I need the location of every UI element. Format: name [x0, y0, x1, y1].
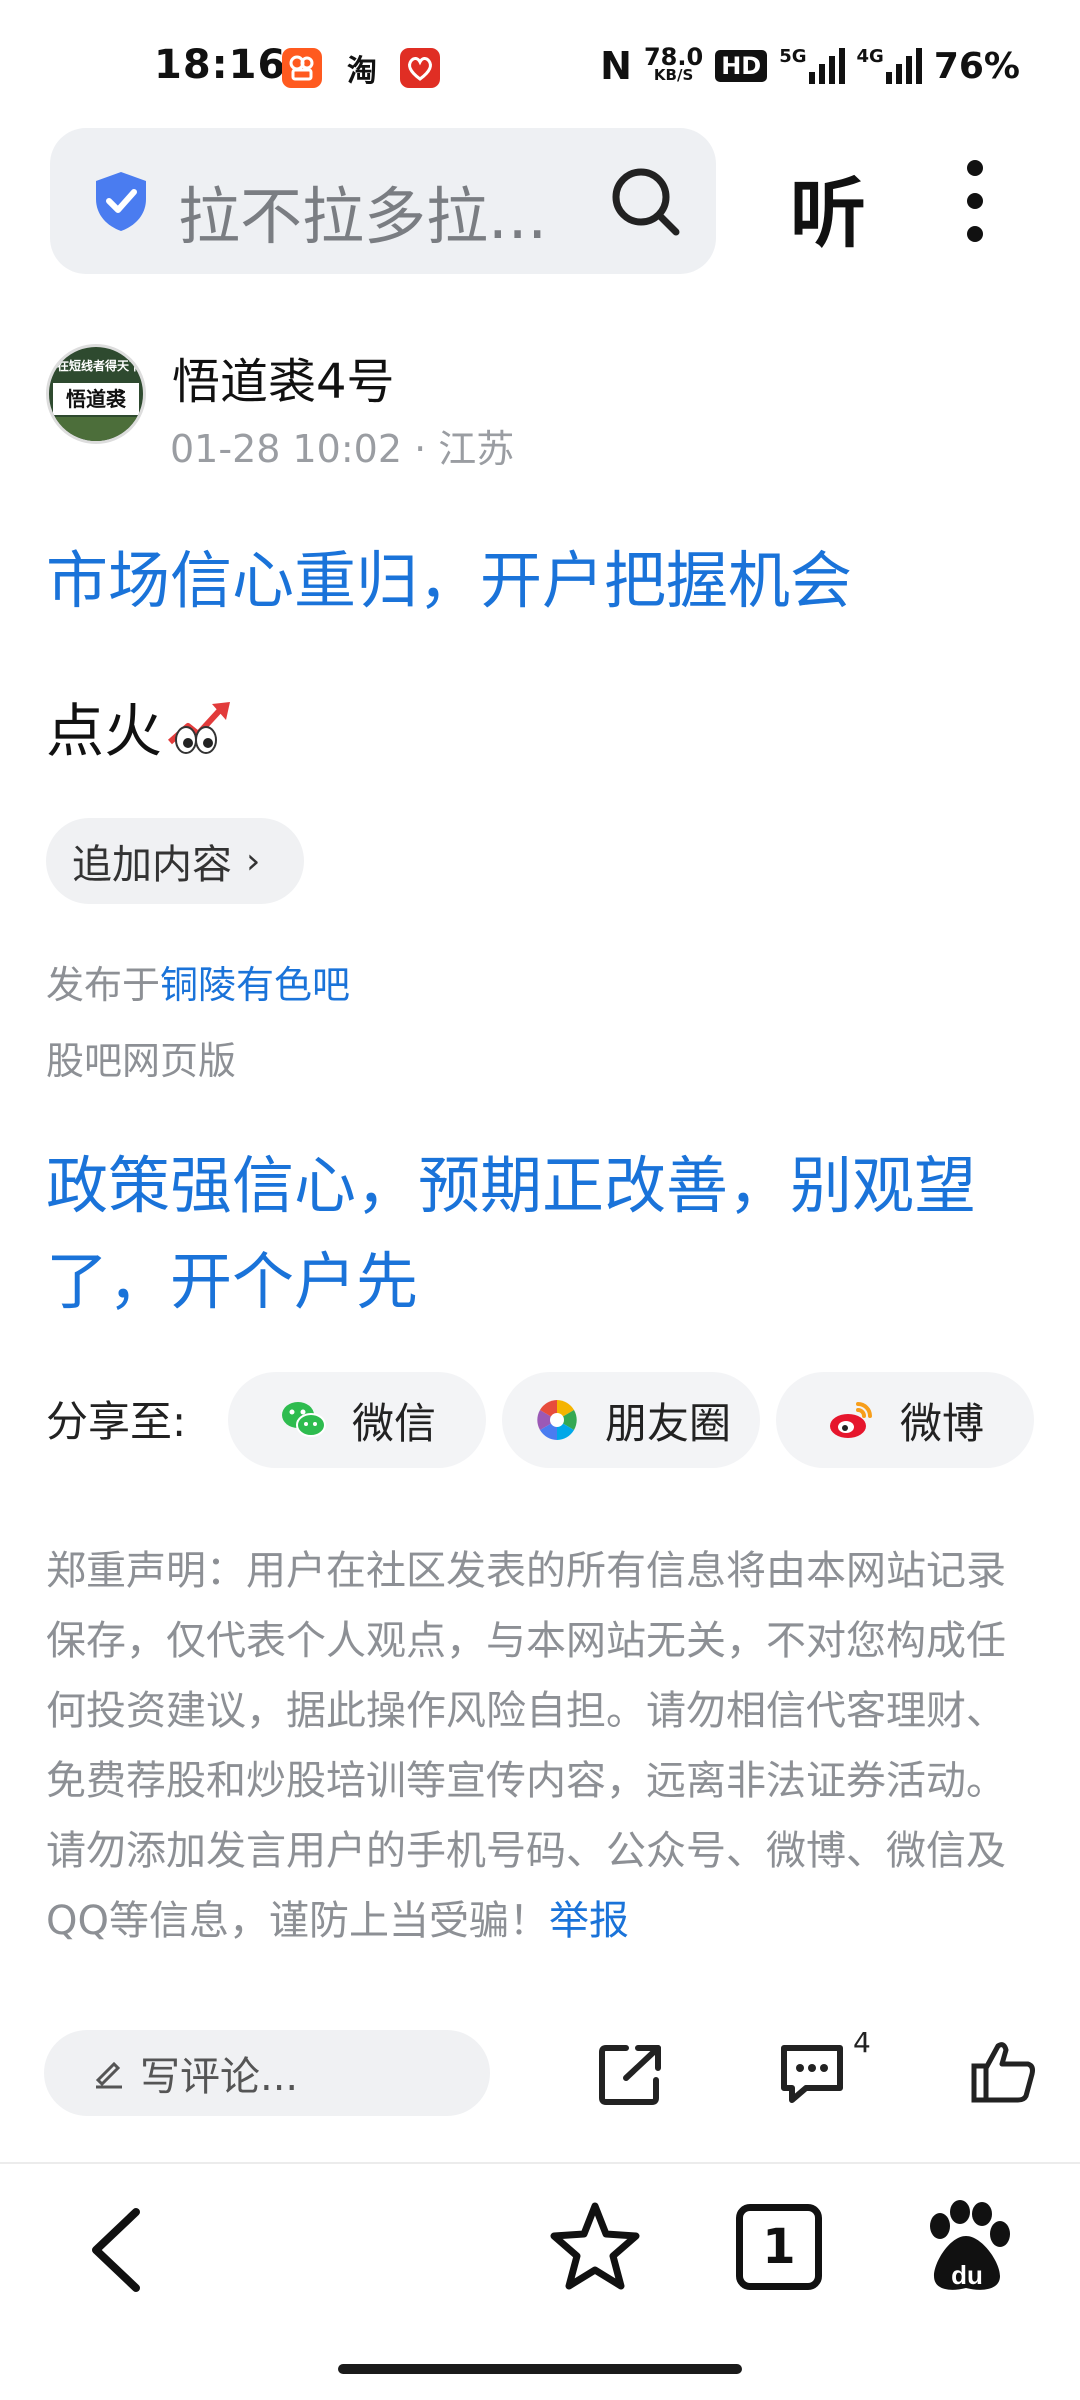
- share-icon[interactable]: [596, 2040, 666, 2110]
- shield-check-icon: [96, 172, 146, 231]
- back-arrow-icon[interactable]: [84, 2204, 146, 2296]
- comment-placeholder: 写评论...: [140, 2054, 299, 2100]
- home-indicator[interactable]: [338, 2364, 742, 2374]
- avatar-text-top: 在短线者得天下: [56, 359, 141, 373]
- published-prefix: 发布于: [46, 963, 161, 1007]
- baidu-paw-icon[interactable]: du: [920, 2200, 1012, 2296]
- speed-unit: KB/S: [653, 66, 694, 84]
- divider: [0, 2162, 1080, 2164]
- nfc-icon: N: [600, 44, 632, 88]
- wechat-icon: [281, 1402, 326, 1437]
- listen-button[interactable]: 听: [790, 152, 866, 262]
- favorite-star-icon[interactable]: [548, 2200, 642, 2294]
- author-name[interactable]: 悟道裘4号: [172, 342, 395, 412]
- pencil-icon: [95, 2061, 122, 2089]
- forum-link[interactable]: 铜陵有色吧: [160, 963, 350, 1007]
- more-options-icon[interactable]: [960, 158, 990, 244]
- tabs-button[interactable]: 1: [736, 2204, 822, 2290]
- status-bar: 18:16 淘 N 78.0 KB/S HD 5G 4G 76%: [0, 0, 1080, 120]
- post-body: 点火: [46, 684, 236, 768]
- post-body-text: 点火: [46, 697, 163, 765]
- network-speed: 78.0 KB/S: [643, 43, 704, 84]
- moments-icon: [537, 1400, 577, 1440]
- post-meta: 01-28 10:02 · 江苏: [170, 427, 515, 471]
- chart-up-icon: [168, 702, 231, 754]
- share-label: 分享至:: [46, 1397, 187, 1446]
- share-moments-label: 朋友圈: [604, 1398, 731, 1448]
- battery-level: 76%: [933, 45, 1020, 87]
- signal-5g-icon: 5G: [779, 46, 845, 84]
- author-avatar[interactable]: 在短线者得天下 悟道裘: [46, 344, 146, 444]
- status-time: 18:16: [154, 42, 287, 88]
- comment-icon[interactable]: [776, 2038, 848, 2110]
- signal-4g-icon: 4G: [857, 48, 922, 84]
- share-moments-button[interactable]: 朋友圈: [502, 1372, 760, 1468]
- append-content-button[interactable]: 追加内容 ›: [46, 818, 304, 904]
- report-link[interactable]: 举报: [549, 1898, 629, 1944]
- search-query[interactable]: 拉不拉多拉...: [178, 166, 547, 256]
- avatar-background: [49, 417, 143, 441]
- share-wechat-button[interactable]: 微信: [228, 1372, 486, 1468]
- comment-count: 4: [853, 2026, 871, 2059]
- share-wechat-label: 微信: [351, 1398, 436, 1448]
- pinduoduo-icon: [400, 48, 440, 88]
- append-content-label: 追加内容: [72, 842, 232, 888]
- weibo-icon: [829, 1402, 872, 1438]
- post-title: 市场信心重归，开户把握机会: [46, 544, 853, 617]
- avatar-text-main: 悟道裘: [53, 383, 139, 415]
- promo-title-link[interactable]: 政策强信心，预期正改善，别观望了，开个户先: [46, 1138, 1046, 1330]
- status-indicators: N 78.0 KB/S HD 5G 4G 76%: [600, 44, 1020, 88]
- taobao-icon: 淘: [342, 48, 382, 89]
- svg-text:du: du: [951, 2260, 983, 2290]
- guba-web-link[interactable]: 股吧网页版: [46, 1030, 236, 1085]
- thumbs-up-icon[interactable]: [968, 2036, 1040, 2108]
- speed-value: 78.0: [643, 43, 704, 71]
- network-5g-label: 5G: [779, 46, 807, 67]
- kuaishou-icon: [282, 48, 322, 88]
- share-weibo-button[interactable]: 微博: [776, 1372, 1034, 1468]
- published-line: 发布于铜陵有色吧: [46, 954, 350, 1009]
- comment-input[interactable]: 写评论...: [44, 2030, 490, 2116]
- share-weibo-label: 微博: [899, 1398, 984, 1448]
- disclaimer-text: 郑重声明：用户在社区发表的所有信息将由本网站记录保存，仅代表个人观点，与本网站无…: [46, 1548, 1006, 1944]
- disclaimer: 郑重声明：用户在社区发表的所有信息将由本网站记录保存，仅代表个人观点，与本网站无…: [46, 1536, 1036, 1956]
- hd-icon: HD: [715, 50, 768, 82]
- chevron-right-icon: ›: [246, 840, 261, 882]
- search-icon[interactable]: [608, 164, 682, 238]
- network-4g-label: 4G: [856, 46, 884, 67]
